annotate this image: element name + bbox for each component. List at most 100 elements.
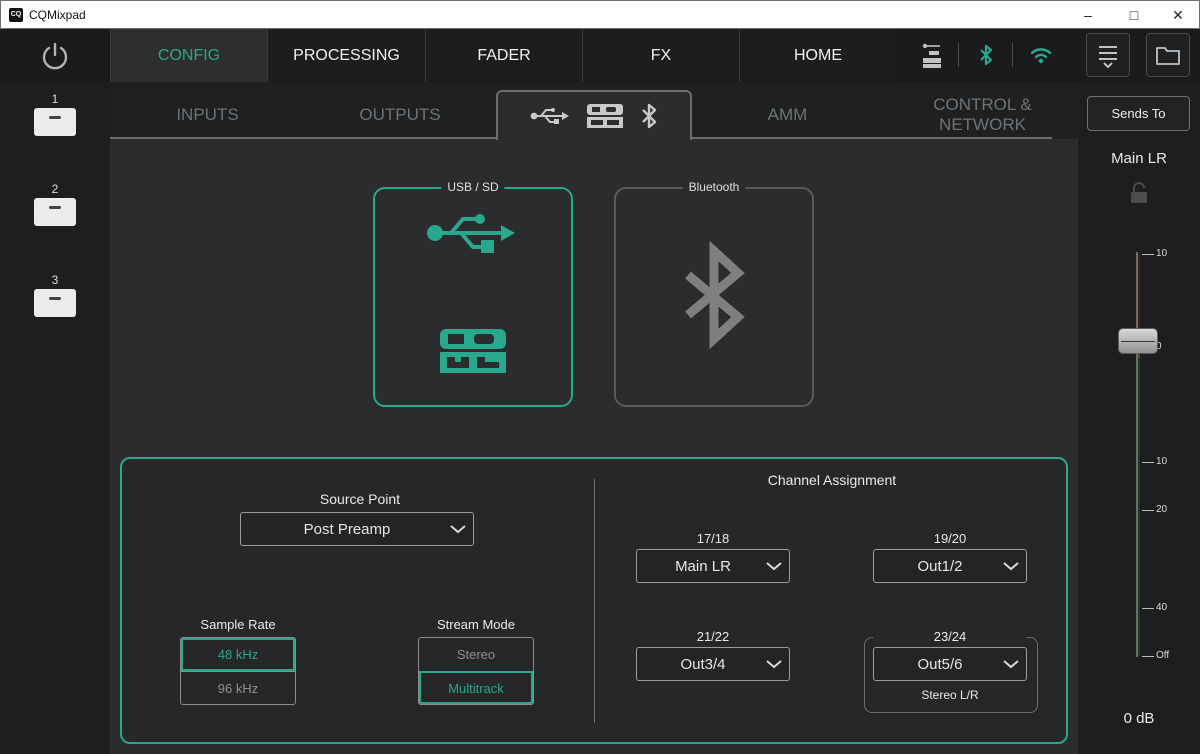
subtab-usb-sd-bluetooth[interactable] xyxy=(496,90,692,140)
lock-icon[interactable] xyxy=(1129,182,1149,204)
chevron-down-icon xyxy=(996,659,1026,669)
maximize-button[interactable]: □ xyxy=(1111,1,1157,29)
usb-sd-card[interactable]: USB / SD xyxy=(373,180,573,407)
tab-processing[interactable]: PROCESSING xyxy=(267,29,425,82)
power-button[interactable] xyxy=(0,29,110,82)
usb-settings-panel: Source Point Post Preamp Sample Rate 48 … xyxy=(120,457,1068,744)
folder-button[interactable] xyxy=(1146,33,1190,77)
sends-to-button[interactable]: Sends To xyxy=(1087,96,1190,131)
sample-rate-96k-option[interactable]: 96 kHz xyxy=(181,671,295,704)
stereo-lr-label: Stereo L/R xyxy=(921,688,979,702)
channel-pair-label-19-20: 19/20 xyxy=(933,531,967,546)
status-divider xyxy=(958,43,959,67)
chevron-down-icon xyxy=(996,561,1026,571)
config-subtabs: INPUTS OUTPUTS AMM CONTROL & NETWORK xyxy=(110,82,1078,140)
fader-panel: Sends To Main LR 10 0 10 20 40 Off 0 dB xyxy=(1078,82,1200,754)
sdhc-large-icon xyxy=(440,329,506,373)
source-point-label: Source Point xyxy=(319,491,401,507)
channel-pair-label-17-18: 17/18 xyxy=(696,531,730,546)
tab-config[interactable]: CONFIG xyxy=(110,29,267,82)
soft-key-number: 3 xyxy=(51,273,59,287)
channel-19-20-dropdown[interactable]: Out1/2 xyxy=(873,549,1027,583)
subtab-amm[interactable]: AMM xyxy=(730,92,845,138)
config-main: INPUTS OUTPUTS AMM CONTROL & NETWORK USB… xyxy=(110,82,1078,754)
usb-large-icon xyxy=(427,214,515,253)
menu-icon xyxy=(1099,46,1117,68)
close-button[interactable]: ✕ xyxy=(1155,1,1200,29)
subtab-control-line2: NETWORK xyxy=(939,115,1026,134)
menu-button[interactable] xyxy=(1086,33,1130,77)
stream-mode-selector: Stereo Multitrack xyxy=(418,637,534,705)
soft-key-button[interactable] xyxy=(34,289,76,317)
scale-tick xyxy=(1142,254,1154,255)
soft-key-3[interactable]: 3 xyxy=(34,273,76,317)
status-indicators xyxy=(896,29,1076,82)
subtab-underline xyxy=(110,137,498,139)
soft-key-number: 1 xyxy=(51,92,59,106)
scale-label: 40 xyxy=(1156,602,1168,613)
window-title: CQMixpad xyxy=(29,8,86,22)
sample-rate-label: Sample Rate xyxy=(200,617,276,632)
subtab-control-network[interactable]: CONTROL & NETWORK xyxy=(900,92,1065,138)
stream-mode-stereo-option[interactable]: Stereo xyxy=(419,638,533,671)
subtab-inputs[interactable]: INPUTS xyxy=(130,92,285,138)
channel-23-24-dropdown[interactable]: Out5/6 xyxy=(873,647,1027,681)
sd-card-icon xyxy=(587,104,623,128)
channel-assignment-title: Channel Assignment xyxy=(767,472,897,488)
channel-17-18-dropdown[interactable]: Main LR xyxy=(636,549,790,583)
bluetooth-label: Bluetooth xyxy=(682,180,746,194)
stream-mode-label: Stream Mode xyxy=(436,617,516,632)
usb-icon xyxy=(530,108,569,124)
subtab-underline xyxy=(690,137,1052,139)
wifi-icon xyxy=(1030,48,1052,64)
chevron-down-icon xyxy=(759,561,789,571)
scene-sidebar: 1 2 3 xyxy=(0,82,110,754)
scale-label: 20 xyxy=(1156,504,1168,515)
usb-sd-status-icon xyxy=(922,43,941,68)
usb-sd-label: USB / SD xyxy=(441,180,505,194)
status-divider xyxy=(1012,43,1013,67)
soft-key-button[interactable] xyxy=(34,198,76,226)
channel-19-20-value: Out1/2 xyxy=(917,557,963,575)
scale-label: 10 xyxy=(1156,248,1168,259)
panel-divider xyxy=(594,479,595,723)
scale-tick xyxy=(1142,608,1154,609)
sample-rate-48k-option[interactable]: 48 kHz xyxy=(181,638,295,671)
subtab-outputs[interactable]: OUTPUTS xyxy=(320,92,480,138)
tab-fader[interactable]: FADER xyxy=(425,29,582,82)
soft-key-2[interactable]: 2 xyxy=(34,182,76,226)
scale-tick xyxy=(1142,656,1154,657)
window-titlebar: CQ CQMixpad – □ ✕ xyxy=(0,0,1200,29)
fader-track[interactable] xyxy=(1136,252,1138,657)
subtab-control-line1: CONTROL & xyxy=(933,95,1032,114)
channel-pair-label-23-24: 23/24 xyxy=(873,629,1027,644)
channel-21-22-value: Out3/4 xyxy=(680,655,726,673)
channel-21-22-dropdown[interactable]: Out3/4 xyxy=(636,647,790,681)
soft-key-number: 2 xyxy=(51,182,59,196)
scale-tick xyxy=(1142,510,1154,511)
channel-23-24-value: Out5/6 xyxy=(917,655,963,673)
soft-key-button[interactable] xyxy=(34,108,76,136)
tab-fx[interactable]: FX xyxy=(582,29,739,82)
channel-pair-label-21-22: 21/22 xyxy=(696,629,730,644)
fader-knob[interactable] xyxy=(1118,328,1158,354)
app-icon: CQ xyxy=(9,8,23,22)
scale-label: Off xyxy=(1156,650,1170,661)
bluetooth-icon xyxy=(642,103,657,129)
scale-label: 10 xyxy=(1156,456,1168,467)
power-icon xyxy=(42,42,68,69)
bluetooth-status-icon xyxy=(980,44,993,66)
bluetooth-card[interactable]: Bluetooth xyxy=(614,180,814,407)
soft-key-1[interactable]: 1 xyxy=(34,92,76,136)
bluetooth-large-icon xyxy=(685,241,745,349)
sample-rate-selector: 48 kHz 96 kHz xyxy=(180,637,296,705)
source-point-dropdown[interactable]: Post Preamp xyxy=(240,512,474,546)
minimize-button[interactable]: – xyxy=(1065,1,1111,29)
fader-level-readout: 0 dB xyxy=(1123,710,1155,727)
folder-icon xyxy=(1156,47,1180,65)
channel-17-18-value: Main LR xyxy=(675,557,731,575)
fader-bus-name: Main LR xyxy=(1111,150,1167,167)
stream-mode-multitrack-option[interactable]: Multitrack xyxy=(419,671,533,704)
scale-tick xyxy=(1142,462,1154,463)
tab-home[interactable]: HOME xyxy=(739,29,896,82)
